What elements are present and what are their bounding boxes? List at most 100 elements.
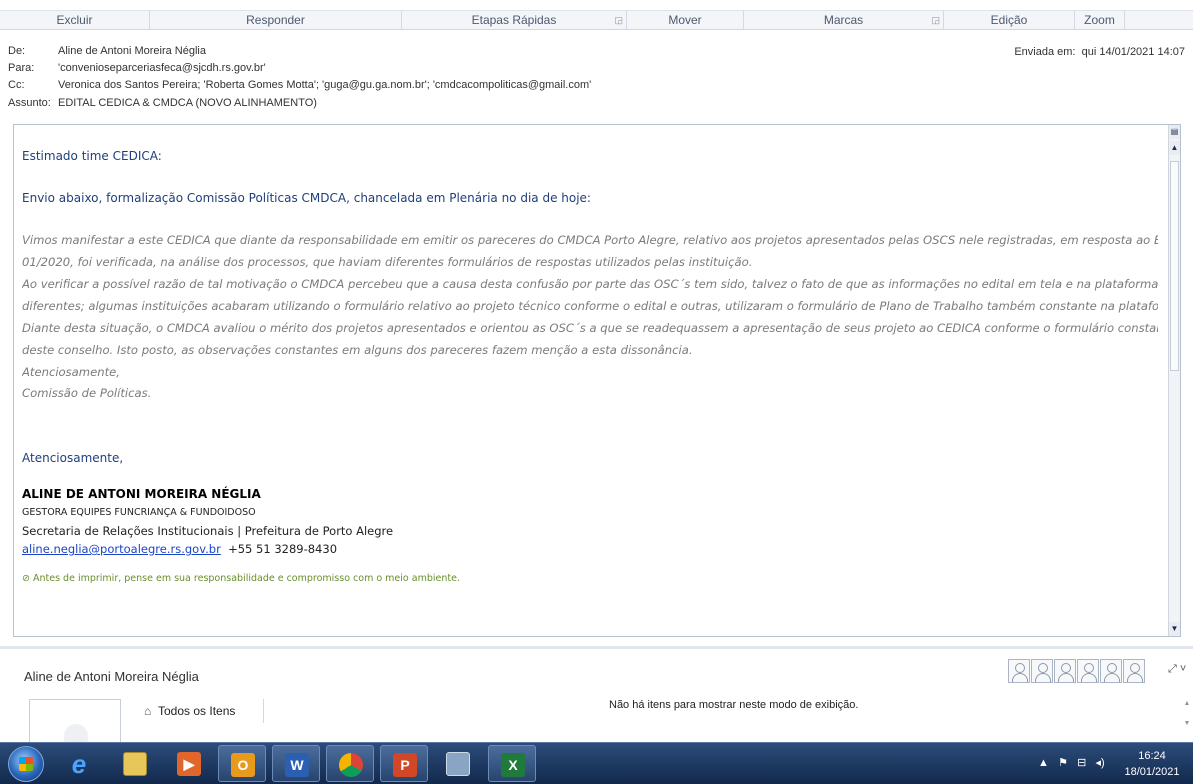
sent-value: qui 14/01/2021 14:07: [1081, 46, 1185, 58]
contact-avatar-icon[interactable]: [1031, 659, 1053, 683]
signature-contact: aline.neglia@portoalegre.rs.gov.br +55 5…: [22, 542, 337, 556]
quoted-line: Atenciosamente,: [22, 365, 120, 379]
subject-row: Assunto: EDITAL CEDICA & CMDCA (NOVO ALIN…: [8, 95, 317, 111]
ribbon-group-responder[interactable]: Responder: [150, 11, 402, 30]
ribbon: Excluir Responder Etapas Rápidas ◲ Mover …: [0, 0, 1193, 30]
contact-avatar-icon[interactable]: [1008, 659, 1030, 683]
subject-value: EDITAL CEDICA & CMDCA (NOVO ALINHAMENTO): [58, 97, 317, 109]
powerpoint-icon: P: [393, 753, 417, 777]
ribbon-group-label: Edição: [990, 13, 1028, 27]
scroll-down-icon[interactable]: ▼: [1169, 622, 1180, 636]
message-body[interactable]: Estimado time CEDICA: Envio abaixo, form…: [22, 125, 1158, 635]
ribbon-group-edicao[interactable]: Edição: [944, 11, 1075, 30]
volume-icon[interactable]: ◂): [1096, 757, 1105, 769]
taskbar: e ▶ O W P X ▲ ⚑ ⊟ ◂) 16:24 18/01/2021: [0, 742, 1193, 784]
quoted-line: deste conselho. Isto posto, as observaçõ…: [22, 343, 693, 357]
ribbon-group-label: Mover: [668, 13, 702, 27]
ribbon-group-label: Excluir: [56, 13, 93, 27]
quoted-line: 01/2020, foi verificada, na análise dos …: [22, 255, 753, 269]
expand-people-pane-icon[interactable]: ⤢ ˅: [1168, 663, 1186, 676]
people-pane: Aline de Antoni Moreira Néglia ⤢ ˅ ⌂ Todo…: [0, 646, 1193, 750]
network-icon[interactable]: ⊟: [1077, 757, 1086, 769]
cc-row: Cc: Veronica dos Santos Pereira; 'Roberta…: [8, 77, 591, 93]
taskbar-calculator-button[interactable]: [434, 745, 482, 782]
no-items-message: Não há itens para mostrar neste modo de …: [609, 699, 859, 711]
media-player-icon: ▶: [177, 752, 201, 776]
calculator-icon: [446, 752, 470, 776]
ribbon-group-label: Zoom: [1084, 13, 1115, 27]
signature-name: ALINE DE ANTONI MOREIRA NÉGLIA: [22, 487, 261, 501]
quoted-line: Diante desta situação, o CMDCA avaliou o…: [22, 321, 1158, 335]
ribbon-group-label: Responder: [246, 13, 305, 27]
quoted-line: Comissão de Políticas.: [22, 386, 152, 400]
taskbar-ie-button[interactable]: e: [55, 745, 103, 782]
internet-explorer-icon: e: [71, 749, 87, 779]
scroll-up-icon[interactable]: ▲: [1169, 141, 1180, 155]
all-items-label: Todos os Itens: [158, 704, 236, 718]
to-row: Para: 'convenioseparceriasfeca@sjcdh.rs.g…: [8, 60, 266, 76]
signature-phone: +55 51 3289-8430: [228, 542, 338, 556]
clock-date: 18/01/2021: [1124, 766, 1180, 778]
taskbar-media-button[interactable]: ▶: [165, 745, 213, 782]
home-icon: ⌂: [144, 704, 152, 718]
from-row: De: Aline de Antoni Moreira Néglia: [8, 43, 206, 59]
ribbon-group-mover[interactable]: Mover: [627, 11, 744, 30]
sent-date: Enviada em: qui 14/01/2021 14:07: [1014, 46, 1185, 58]
clock-time: 16:24: [1138, 750, 1166, 762]
folder-icon: [123, 752, 147, 776]
subject-label: Assunto:: [8, 97, 51, 109]
eco-note-text: Antes de imprimir, pense em sua responsa…: [33, 573, 460, 584]
signature-email-link[interactable]: aline.neglia@portoalegre.rs.gov.br: [22, 542, 221, 556]
ribbon-group-zoom[interactable]: Zoom: [1075, 11, 1125, 30]
ribbon-group-bar: Excluir Responder Etapas Rápidas ◲ Mover …: [0, 10, 1193, 30]
from-label: De:: [8, 45, 26, 57]
people-pane-scrollbar[interactable]: ▲ ▼: [1181, 699, 1193, 743]
message-body-frame[interactable]: Estimado time CEDICA: Envio abaixo, form…: [13, 124, 1181, 637]
to-value[interactable]: 'convenioseparceriasfeca@sjcdh.rs.gov.br…: [58, 62, 266, 74]
cc-value[interactable]: Veronica dos Santos Pereira; 'Roberta Go…: [58, 79, 591, 91]
excel-icon: X: [501, 753, 525, 777]
vertical-scrollbar[interactable]: ▤ ▲ ▼: [1168, 125, 1180, 636]
dialog-launcher-icon[interactable]: ◲: [931, 11, 940, 30]
contact-avatar-icon[interactable]: [1077, 659, 1099, 683]
from-value[interactable]: Aline de Antoni Moreira Néglia: [58, 45, 206, 57]
taskbar-powerpoint-button[interactable]: P: [380, 745, 428, 782]
signature-org: Secretaria de Relações Institucionais | …: [22, 524, 394, 538]
contact-avatar-icon[interactable]: [1100, 659, 1122, 683]
quoted-line: Ao verificar a possível razão de tal mot…: [22, 277, 1158, 291]
people-pane-contact-name[interactable]: Aline de Antoni Moreira Néglia: [24, 669, 199, 684]
show-hidden-icons-icon[interactable]: ▲: [1038, 757, 1049, 769]
start-button[interactable]: [8, 746, 44, 782]
outlook-icon: O: [231, 753, 255, 777]
to-label: Para:: [8, 62, 35, 74]
scrollbar-thumb[interactable]: [1170, 161, 1179, 371]
quoted-line: Vimos manifestar a este CEDICA que diant…: [22, 233, 1158, 247]
contact-photo: [29, 699, 121, 750]
people-pane-avatars: [1008, 659, 1146, 683]
word-icon: W: [285, 753, 309, 777]
contact-avatar-icon[interactable]: [1054, 659, 1076, 683]
intro-paragraph: Envio abaixo, formalização Comissão Polí…: [22, 191, 591, 205]
ribbon-group-etapas-rapidas[interactable]: Etapas Rápidas ◲: [402, 11, 627, 30]
message-header: De: Aline de Antoni Moreira Néglia Para: '…: [0, 40, 1193, 122]
all-items-tab[interactable]: ⌂ Todos os Itens: [130, 699, 264, 723]
taskbar-explorer-button[interactable]: [111, 745, 159, 782]
signature-role: GESTORA EQUIPES FUNCRIANÇA & FUNDOIDOSO: [22, 507, 256, 518]
greeting: Estimado time CEDICA:: [22, 149, 162, 163]
cc-label: Cc:: [8, 79, 25, 91]
action-center-flag-icon[interactable]: ⚑: [1058, 757, 1068, 769]
taskbar-clock[interactable]: 16:24 18/01/2021: [1124, 748, 1180, 780]
chrome-icon: [339, 753, 363, 777]
reading-pane-options-icon[interactable]: ▤: [1169, 125, 1180, 139]
taskbar-chrome-button[interactable]: [326, 745, 374, 782]
system-tray: ▲ ⚑ ⊟ ◂): [1038, 756, 1105, 769]
taskbar-outlook-button[interactable]: O: [218, 745, 266, 782]
sent-label: Enviada em:: [1014, 46, 1076, 58]
dialog-launcher-icon[interactable]: ◲: [614, 11, 623, 30]
contact-avatar-icon[interactable]: [1123, 659, 1145, 683]
taskbar-excel-button[interactable]: X: [488, 745, 536, 782]
ribbon-group-excluir[interactable]: Excluir: [0, 11, 150, 30]
taskbar-word-button[interactable]: W: [272, 745, 320, 782]
ribbon-group-marcas[interactable]: Marcas ◲: [744, 11, 944, 30]
leaf-icon: ⊘: [22, 573, 30, 584]
